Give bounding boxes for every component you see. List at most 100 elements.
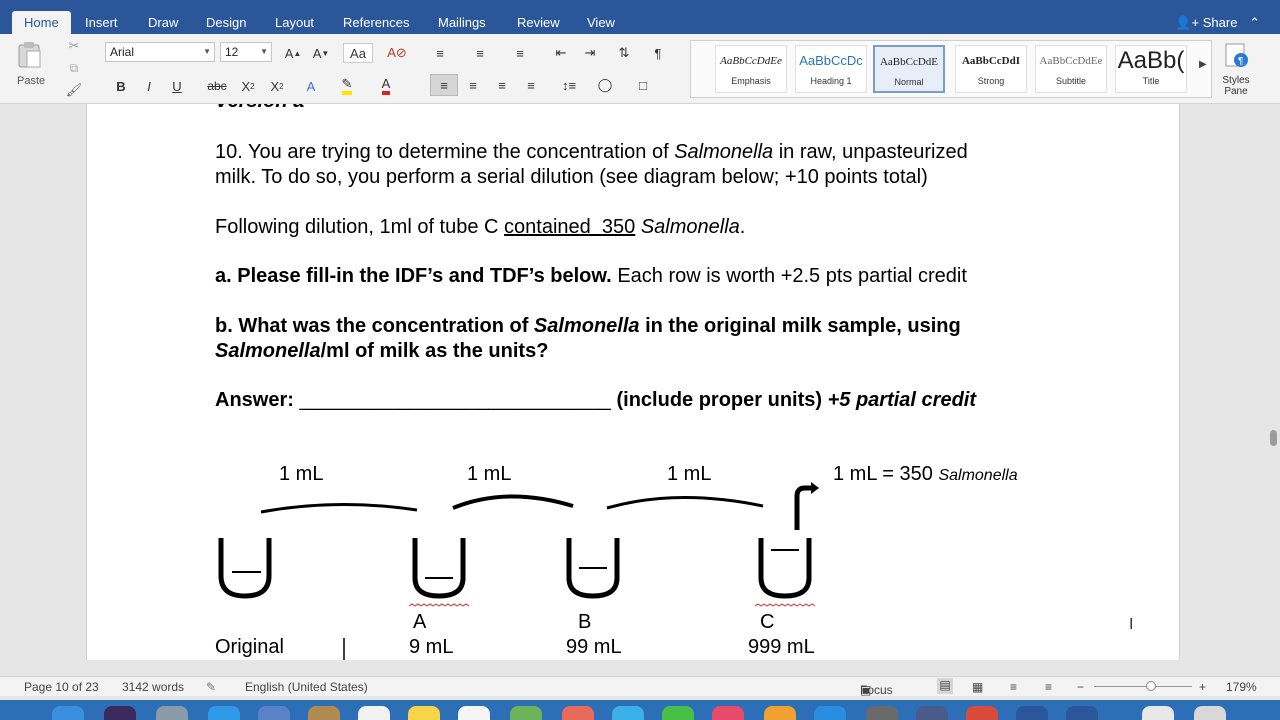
tab-view[interactable]: View [581, 12, 621, 34]
app-icon[interactable] [916, 706, 948, 720]
zoom-slider[interactable] [1094, 686, 1192, 687]
decrease-indent-icon[interactable]: ⇤ [549, 43, 573, 63]
numbering-icon[interactable]: ≡ [468, 43, 492, 63]
style-name: Strong [977, 76, 1005, 86]
trash-icon[interactable] [1194, 706, 1226, 720]
style-strong[interactable]: AaBbCcDdI Strong [955, 45, 1027, 93]
align-center-icon[interactable]: ≡ [462, 74, 484, 96]
word-count[interactable]: 3142 words [122, 680, 184, 694]
pilcrow-icon[interactable]: ¶ [646, 43, 670, 63]
gallery-more-icon[interactable]: ▶ [1199, 59, 1207, 70]
increase-indent-icon[interactable]: ⇥ [578, 43, 602, 63]
shading-icon[interactable]: ◯ [594, 74, 616, 96]
vertical-scrollbar[interactable] [1266, 104, 1280, 660]
powerpoint-icon[interactable] [966, 706, 998, 720]
justify-icon[interactable]: ≡ [520, 74, 542, 96]
underline-button[interactable]: U [166, 76, 188, 96]
subscript-button[interactable]: X2 [237, 76, 259, 96]
answer-blank[interactable]: ____________________________ [299, 389, 610, 411]
organism-name: Salmonella [938, 467, 1018, 484]
zoom-slider-handle[interactable] [1146, 681, 1156, 691]
collapse-ribbon-icon[interactable]: ⌃ [1249, 15, 1260, 30]
system-preferences-icon[interactable] [866, 706, 898, 720]
styles-pane-button[interactable]: ¶ Styles Pane [1216, 42, 1256, 97]
tab-review[interactable]: Review [511, 12, 566, 34]
bold-button[interactable]: B [111, 76, 131, 96]
zoom-out-button[interactable]: − [1077, 680, 1084, 694]
zoom-in-button[interactable]: + [1199, 680, 1206, 694]
font-size-select[interactable]: 12 ▼ [220, 42, 272, 62]
language-indicator[interactable]: English (United States) [245, 680, 368, 694]
page-indicator[interactable]: Page 10 of 23 [24, 680, 99, 694]
tab-design[interactable]: Design [200, 12, 252, 34]
document-page[interactable]: Version a 10. You are trying to determin… [86, 104, 1180, 660]
word-icon[interactable] [1016, 706, 1048, 720]
bullets-icon[interactable]: ≡ [428, 43, 452, 63]
style-normal[interactable]: AaBbCcDdE Normal [873, 45, 945, 93]
word-document-icon[interactable] [1066, 706, 1098, 720]
style-heading-1[interactable]: AaBbCcDc Heading 1 [795, 45, 867, 93]
safari-icon[interactable] [208, 706, 240, 720]
style-title[interactable]: AaBb(Title [1115, 45, 1187, 93]
proofing-icon[interactable]: ✎ [206, 680, 216, 694]
document-area: Version a 10. You are trying to determin… [0, 104, 1280, 660]
format-painter-icon[interactable]: 🖌 [64, 80, 84, 100]
mail-icon[interactable] [258, 706, 290, 720]
clear-formatting-icon[interactable]: A⊘ [385, 43, 409, 63]
style-emphasis[interactable]: AaBbCcDdEe Emphasis [715, 45, 787, 93]
grow-font-button[interactable]: A ▲ [282, 43, 304, 63]
borders-icon[interactable]: □ [632, 74, 654, 96]
align-right-icon[interactable]: ≡ [491, 74, 513, 96]
calendar-icon[interactable] [358, 706, 390, 720]
tab-references[interactable]: References [337, 12, 415, 34]
draft-view-icon[interactable]: ≡ [1045, 680, 1052, 694]
italic-button[interactable]: I [139, 76, 159, 96]
tab-draw[interactable]: Draw [142, 12, 184, 34]
highlight-icon[interactable]: ✎ [335, 76, 359, 96]
zoom-level[interactable]: 179% [1226, 680, 1257, 694]
strikethrough-button[interactable]: abc [204, 76, 230, 96]
mac-dock [0, 700, 1280, 720]
text-effects-icon[interactable]: A [300, 76, 322, 96]
change-case-button[interactable]: Aa [343, 43, 373, 63]
downloads-icon[interactable] [1142, 706, 1174, 720]
music-icon[interactable] [712, 706, 744, 720]
tab-mailings[interactable]: Mailings [432, 12, 492, 34]
scrollbar-thumb[interactable] [1270, 430, 1277, 446]
tab-insert[interactable]: Insert [79, 12, 124, 34]
outline-view-icon[interactable]: ≡ [1010, 680, 1017, 694]
style-subtitle[interactable]: AaBbCcDdEe Subtitle [1035, 45, 1107, 93]
align-left-icon[interactable]: ≡ [430, 74, 458, 96]
sort-icon[interactable]: ⇅ [612, 43, 636, 63]
paste-button[interactable] [14, 40, 44, 70]
photos-icon[interactable] [562, 706, 594, 720]
font-color-icon[interactable]: A [375, 76, 397, 96]
print-layout-icon[interactable]: ▤ [937, 678, 953, 694]
web-layout-icon[interactable]: ▦ [972, 680, 983, 694]
multilevel-list-icon[interactable]: ≡ [508, 43, 532, 63]
launchpad-icon[interactable] [156, 706, 188, 720]
reminders-icon[interactable] [458, 706, 490, 720]
app-store-icon[interactable] [814, 706, 846, 720]
messages-icon[interactable] [612, 706, 644, 720]
tab-home[interactable]: Home [12, 11, 71, 35]
font-name-select[interactable]: Arial ▼ [105, 42, 215, 62]
notes-icon[interactable] [408, 706, 440, 720]
cut-icon[interactable]: ✂ [64, 36, 84, 56]
shrink-font-button[interactable]: A ▼ [310, 43, 332, 63]
organism-name: Salmonella [215, 340, 321, 362]
part-b-text: in the original milk sample, using [645, 315, 961, 337]
font-size-value: 12 [225, 45, 239, 59]
siri-icon[interactable] [104, 706, 136, 720]
contacts-icon[interactable] [308, 706, 340, 720]
finder-icon[interactable] [52, 706, 84, 720]
books-icon[interactable] [764, 706, 796, 720]
copy-icon[interactable]: ⧉ [64, 58, 84, 78]
maps-icon[interactable] [510, 706, 542, 720]
tab-layout[interactable]: Layout [269, 12, 320, 34]
line-spacing-icon[interactable]: ↕≡ [554, 74, 584, 96]
superscript-button[interactable]: X2 [266, 76, 288, 96]
original-label: Original [215, 636, 284, 658]
facetime-icon[interactable] [662, 706, 694, 720]
share-button[interactable]: 👤+ Share ⌃ [1175, 12, 1260, 34]
